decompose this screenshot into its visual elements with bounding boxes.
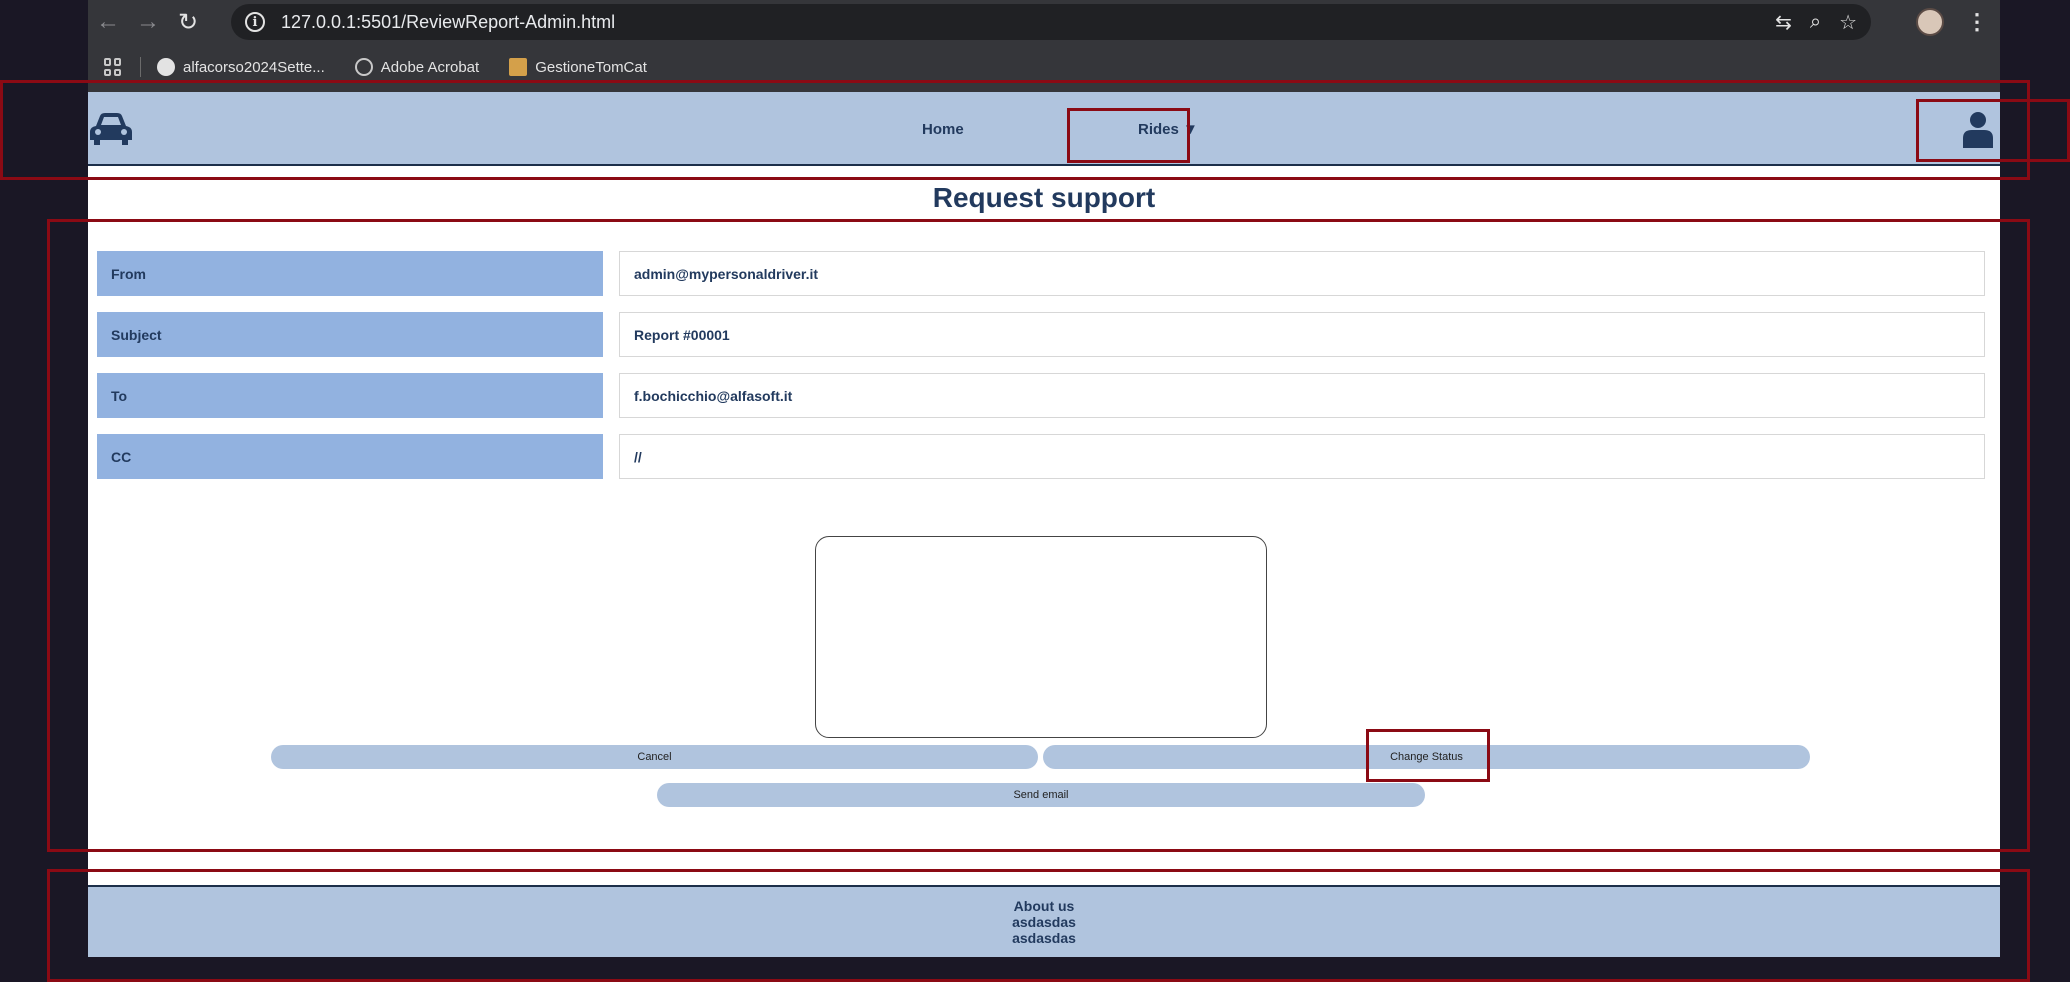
- page-title: Request support: [932, 182, 1156, 213]
- bookmark-label: Adobe Acrobat: [380, 58, 480, 76]
- form-row-subject: Subject Report #00001: [97, 312, 1993, 357]
- footer-about-us[interactable]: About us: [1014, 898, 1075, 914]
- nav-rides-dropdown[interactable]: Rides ▼: [1138, 121, 1198, 138]
- bookmark-item[interactable]: GestioneTomCat: [509, 58, 647, 76]
- forward-icon[interactable]: →: [128, 2, 168, 42]
- translate-icon[interactable]: ⇆: [1775, 10, 1792, 35]
- footer-line: asdasdas: [1012, 930, 1076, 946]
- github-icon: [157, 58, 175, 76]
- bookmark-item[interactable]: Adobe Acrobat: [354, 58, 480, 76]
- bookmarks-bar: alfacorso2024Sette... Adobe Acrobat Gest…: [88, 52, 677, 82]
- form-row-cc: CC //: [97, 434, 1993, 479]
- profile-avatar[interactable]: [1916, 8, 1944, 36]
- bookmark-star-icon[interactable]: ☆: [1839, 10, 1857, 35]
- message-textarea[interactable]: [815, 536, 1267, 738]
- cc-label: CC: [97, 434, 603, 479]
- change-status-button[interactable]: Change Status: [1043, 745, 1810, 769]
- browser-chrome: ← → ↻ i 127.0.0.1:5501/ReviewReport-Admi…: [88, 0, 2000, 92]
- subject-field[interactable]: Report #00001: [619, 312, 1985, 357]
- cc-field[interactable]: //: [619, 434, 1985, 479]
- bookmark-label: GestioneTomCat: [535, 58, 647, 76]
- footer-line: asdasdas: [1012, 914, 1076, 930]
- page: Home Rides ▼ Request support From admin@…: [88, 92, 2000, 957]
- nav-home[interactable]: Home: [922, 121, 1138, 138]
- globe-icon: [354, 58, 373, 76]
- to-field[interactable]: f.bochicchio@alfasoft.it: [619, 373, 1985, 418]
- from-label: From: [97, 251, 603, 296]
- user-icon[interactable]: [1962, 110, 1994, 148]
- from-field[interactable]: admin@mypersonaldriver.it: [619, 251, 1985, 296]
- site-footer: About us asdasdas asdasdas: [88, 885, 2000, 957]
- form-row-to: To f.bochicchio@alfasoft.it: [97, 373, 1993, 418]
- browser-menu-icon[interactable]: ⋮: [1966, 9, 1988, 35]
- form-row-from: From admin@mypersonaldriver.it: [97, 251, 1993, 296]
- apps-grid-icon[interactable]: [104, 58, 122, 76]
- tomcat-icon: [509, 58, 528, 76]
- site-header: Home Rides ▼: [88, 92, 2000, 166]
- site-info-icon[interactable]: i: [245, 12, 265, 32]
- zoom-icon[interactable]: ⌕: [1810, 11, 1821, 34]
- cancel-button[interactable]: Cancel: [271, 745, 1038, 769]
- reload-icon[interactable]: ↻: [168, 2, 208, 42]
- main-nav: Home Rides ▼: [922, 92, 1198, 166]
- car-logo-icon[interactable]: [88, 110, 134, 148]
- browser-toolbar: ← → ↻ i 127.0.0.1:5501/ReviewReport-Admi…: [88, 0, 2000, 44]
- address-bar[interactable]: i 127.0.0.1:5501/ReviewReport-Admin.html…: [231, 4, 1871, 40]
- back-icon[interactable]: ←: [88, 2, 128, 42]
- bookmark-label: alfacorso2024Sette...: [183, 58, 325, 76]
- send-email-button[interactable]: Send email: [657, 783, 1425, 807]
- bookmark-divider: [140, 57, 141, 77]
- bookmark-item[interactable]: alfacorso2024Sette...: [157, 58, 325, 76]
- address-url[interactable]: 127.0.0.1:5501/ReviewReport-Admin.html: [281, 12, 615, 33]
- to-label: To: [97, 373, 603, 418]
- subject-label: Subject: [97, 312, 603, 357]
